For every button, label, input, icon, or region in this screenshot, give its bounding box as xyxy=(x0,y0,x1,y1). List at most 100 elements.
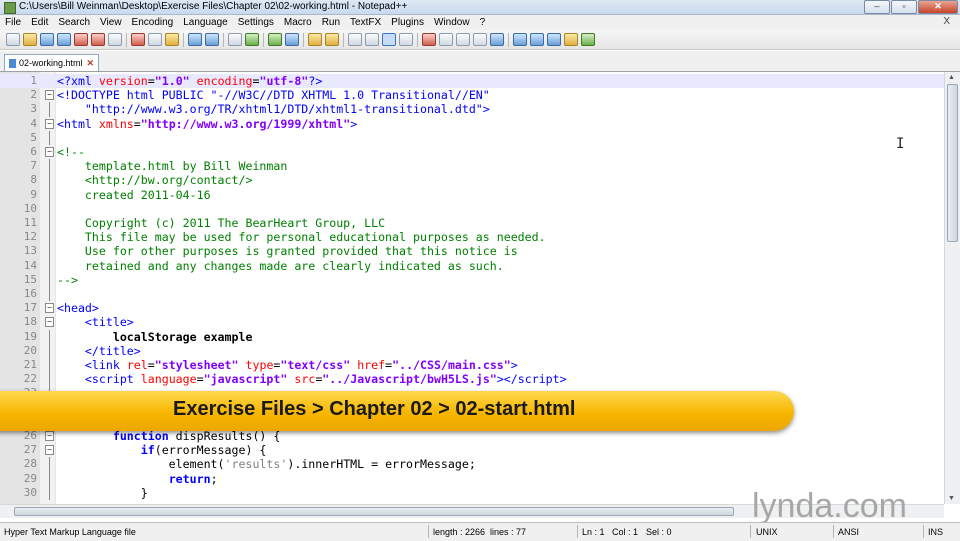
code-line[interactable]: 21 <link rel="stylesheet" type="text/css… xyxy=(0,358,944,373)
code-text: <link rel="stylesheet" type="text/css" h… xyxy=(84,358,518,372)
vertical-scroll-thumb[interactable] xyxy=(947,84,958,242)
sync-vertical-icon[interactable] xyxy=(308,33,322,46)
code-line[interactable]: 3 "http://www.w3.org/TR/xhtml1/DTD/xhtml… xyxy=(0,102,944,117)
code-line[interactable]: 12 This file may be used for personal ed… xyxy=(0,230,944,245)
menu-window[interactable]: Window xyxy=(429,17,475,28)
menu-plugins[interactable]: Plugins xyxy=(386,17,429,28)
find-icon[interactable] xyxy=(228,33,242,46)
code-line[interactable]: 2− <!DOCTYPE html PUBLIC "-//W3C//DTD XHT… xyxy=(0,88,944,102)
user-language-icon[interactable] xyxy=(399,33,413,46)
new-file-icon[interactable] xyxy=(6,33,20,46)
save-macro-icon[interactable] xyxy=(490,33,504,46)
code-line[interactable]: 18− <title> xyxy=(0,315,944,329)
code-line[interactable]: 28 element('results').innerHTML = errorM… xyxy=(0,457,944,472)
code-line[interactable]: 4− <html xmlns="http://www.w3.org/1999/xh… xyxy=(0,117,944,131)
code-line[interactable]: 9 created 2011-04-16 xyxy=(0,187,944,202)
close-file-icon[interactable] xyxy=(74,33,88,46)
stop-macro-icon[interactable] xyxy=(439,33,453,46)
fold-line xyxy=(49,258,50,273)
menu-run[interactable]: Run xyxy=(317,17,345,28)
code-line[interactable]: 1 <?xml version="1.0" encoding="utf-8"?> xyxy=(0,74,944,89)
sync-horizontal-icon[interactable] xyxy=(325,33,339,46)
toolbar-separator xyxy=(303,32,304,47)
save-all-icon[interactable] xyxy=(57,33,71,46)
cut-icon[interactable] xyxy=(131,33,145,46)
replace-icon[interactable] xyxy=(245,33,259,46)
paste-icon[interactable] xyxy=(165,33,179,46)
fold-toggle-icon[interactable]: − xyxy=(45,431,54,441)
exercise-file-banner: Exercise Files > Chapter 02 > 02-start.h… xyxy=(0,391,794,431)
arrow-up-icon[interactable] xyxy=(530,33,544,46)
show-all-characters-icon[interactable] xyxy=(365,33,379,46)
undo-icon[interactable] xyxy=(188,33,202,46)
fold-toggle-icon[interactable]: − xyxy=(45,317,54,328)
code-line[interactable]: 14 retained and any changes made are cle… xyxy=(0,258,944,273)
word-wrap-icon[interactable] xyxy=(348,33,362,46)
close-document-icon[interactable]: X xyxy=(943,16,956,27)
code-line[interactable]: 29 return; xyxy=(0,471,944,486)
menu-file[interactable]: File xyxy=(0,17,26,28)
code-line[interactable]: 17− <head> xyxy=(0,301,944,315)
vertical-scrollbar[interactable]: ▲ ▼ xyxy=(944,72,960,504)
menu-language[interactable]: Language xyxy=(178,17,233,28)
minimize-button[interactable]: – xyxy=(864,0,890,14)
close-button[interactable]: ✕ xyxy=(918,0,958,14)
horizontal-scroll-thumb[interactable] xyxy=(14,507,734,516)
play-macro-multiple-icon[interactable] xyxy=(473,33,487,46)
code-line[interactable]: 13 Use for other purposes is granted pro… xyxy=(0,244,944,259)
code-line[interactable]: 10 xyxy=(0,201,944,216)
scroll-down-icon[interactable]: ▼ xyxy=(948,495,955,502)
code-line[interactable]: 7 template.html by Bill Weinman xyxy=(0,159,944,174)
fold-toggle-icon[interactable]: − xyxy=(45,90,54,101)
menu-encoding[interactable]: Encoding xyxy=(127,17,179,28)
notepadpp-app-icon[interactable] xyxy=(4,2,16,14)
copy-icon[interactable] xyxy=(148,33,162,46)
maximize-button[interactable]: ▫ xyxy=(891,0,917,14)
code-line[interactable]: 6− <!-- xyxy=(0,145,944,159)
menu-edit[interactable]: Edit xyxy=(26,17,53,28)
code-line[interactable]: 11 Copyright (c) 2011 The BearHeart Grou… xyxy=(0,216,944,231)
play-macro-icon[interactable] xyxy=(456,33,470,46)
code-line[interactable]: 19 localStorage example xyxy=(0,329,944,344)
code-line[interactable]: 20 </title> xyxy=(0,343,944,358)
code-text: --> xyxy=(57,272,78,287)
menu-view[interactable]: View xyxy=(95,17,127,28)
scroll-up-icon[interactable]: ▲ xyxy=(948,74,955,81)
close-all-icon[interactable] xyxy=(91,33,105,46)
indent-guide-icon[interactable] xyxy=(382,33,396,46)
textfx-icon[interactable] xyxy=(513,33,527,46)
print-icon[interactable] xyxy=(108,33,122,46)
zoom-in-icon[interactable] xyxy=(268,33,282,46)
arrow-down-icon[interactable] xyxy=(547,33,561,46)
record-macro-icon[interactable] xyxy=(422,33,436,46)
zoom-out-icon[interactable] xyxy=(285,33,299,46)
menu-macro[interactable]: Macro xyxy=(279,17,317,28)
code-line[interactable]: 22 <script language="javascript" src="..… xyxy=(0,372,944,387)
open-file-icon[interactable] xyxy=(23,33,37,46)
code-line[interactable]: 26− function dispResults() { xyxy=(0,429,944,443)
fold-toggle-icon[interactable]: − xyxy=(45,147,54,157)
code-line[interactable]: 8 <http://bw.org/contact/> xyxy=(0,173,944,188)
code-text: if(errorMessage) { xyxy=(140,443,267,458)
menu-search[interactable]: Search xyxy=(53,17,95,28)
code-text: <head> xyxy=(57,301,99,316)
menu-textfx[interactable]: TextFX xyxy=(345,17,386,28)
tab-02-working[interactable]: 02-working.html ✕ xyxy=(4,54,100,71)
code-line[interactable]: 15 --> xyxy=(0,272,944,287)
fold-toggle-icon[interactable]: − xyxy=(45,445,54,456)
code-line[interactable]: 27− if(errorMessage) { xyxy=(0,443,944,457)
folder-icon[interactable] xyxy=(564,33,578,46)
save-icon[interactable] xyxy=(40,33,54,46)
spellcheck-icon[interactable] xyxy=(581,33,595,46)
menu-settings[interactable]: Settings xyxy=(233,17,279,28)
status-encoding: ANSI xyxy=(838,527,860,537)
tab-close-icon[interactable]: ✕ xyxy=(87,58,95,69)
fold-toggle-icon[interactable]: − xyxy=(45,118,54,129)
code-line[interactable]: 16 xyxy=(0,287,944,302)
redo-icon[interactable] xyxy=(205,33,219,46)
code-line[interactable]: 5 xyxy=(0,130,944,145)
code-editor[interactable]: 1 <?xml version="1.0" encoding="utf-8"?> 2… xyxy=(0,72,944,504)
fold-toggle-icon[interactable]: − xyxy=(45,303,54,314)
code-text: <html xmlns="http://www.w3.org/1999/xhtm… xyxy=(57,116,358,131)
menu-help[interactable]: ? xyxy=(475,17,491,28)
